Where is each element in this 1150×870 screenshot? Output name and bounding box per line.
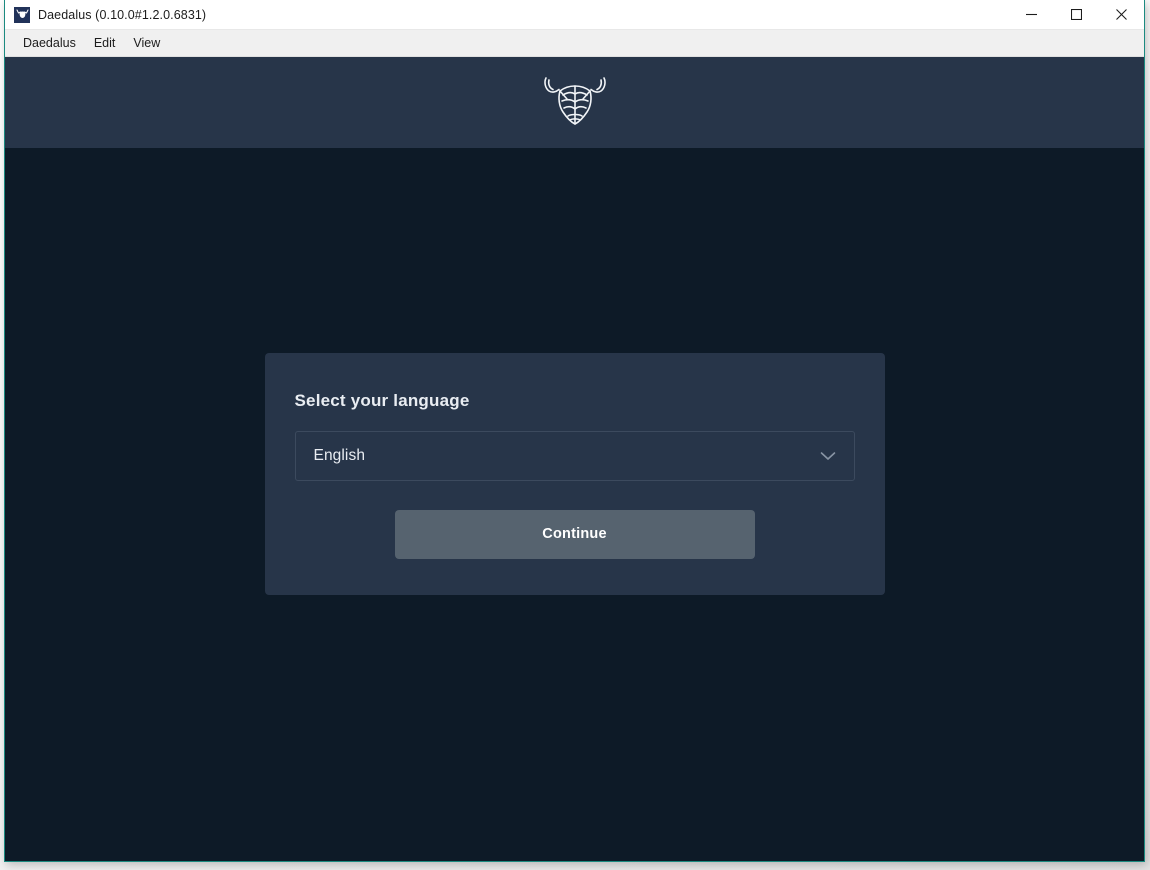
maximize-icon <box>1071 9 1082 20</box>
maximize-button[interactable] <box>1054 0 1099 29</box>
chevron-down-icon <box>820 451 835 460</box>
brand-header-band <box>5 57 1144 148</box>
language-selection-card: Select your language English Continue <box>264 352 885 595</box>
language-select-value: English <box>313 446 366 464</box>
close-icon <box>1116 9 1127 20</box>
application-window: Daedalus (0.10.0#1.2.0.6831) Daedalus Ed… <box>4 0 1145 862</box>
close-button[interactable] <box>1099 0 1144 29</box>
daedalus-bull-logo-icon <box>543 76 606 125</box>
app-body: Select your language English Continue <box>5 57 1144 861</box>
title-bar-left-group: Daedalus (0.10.0#1.2.0.6831) <box>5 6 207 23</box>
content-area: Select your language English Continue <box>5 148 1144 861</box>
window-title: Daedalus (0.10.0#1.2.0.6831) <box>38 7 207 22</box>
menu-item-view[interactable]: View <box>125 33 168 53</box>
menu-item-edit[interactable]: Edit <box>86 33 124 53</box>
window-controls <box>1009 0 1144 29</box>
continue-button[interactable]: Continue <box>394 509 755 559</box>
card-title: Select your language <box>294 390 470 410</box>
title-bar[interactable]: Daedalus (0.10.0#1.2.0.6831) <box>5 0 1144 30</box>
minimize-button[interactable] <box>1009 0 1054 29</box>
minimize-icon <box>1026 13 1037 16</box>
language-select-dropdown[interactable]: English <box>294 430 855 481</box>
desktop-background: Daedalus (0.10.0#1.2.0.6831) Daedalus Ed… <box>0 0 1150 870</box>
menu-item-daedalus[interactable]: Daedalus <box>15 33 84 53</box>
app-bull-logo-icon <box>14 6 30 23</box>
menu-bar: Daedalus Edit View <box>5 30 1144 57</box>
